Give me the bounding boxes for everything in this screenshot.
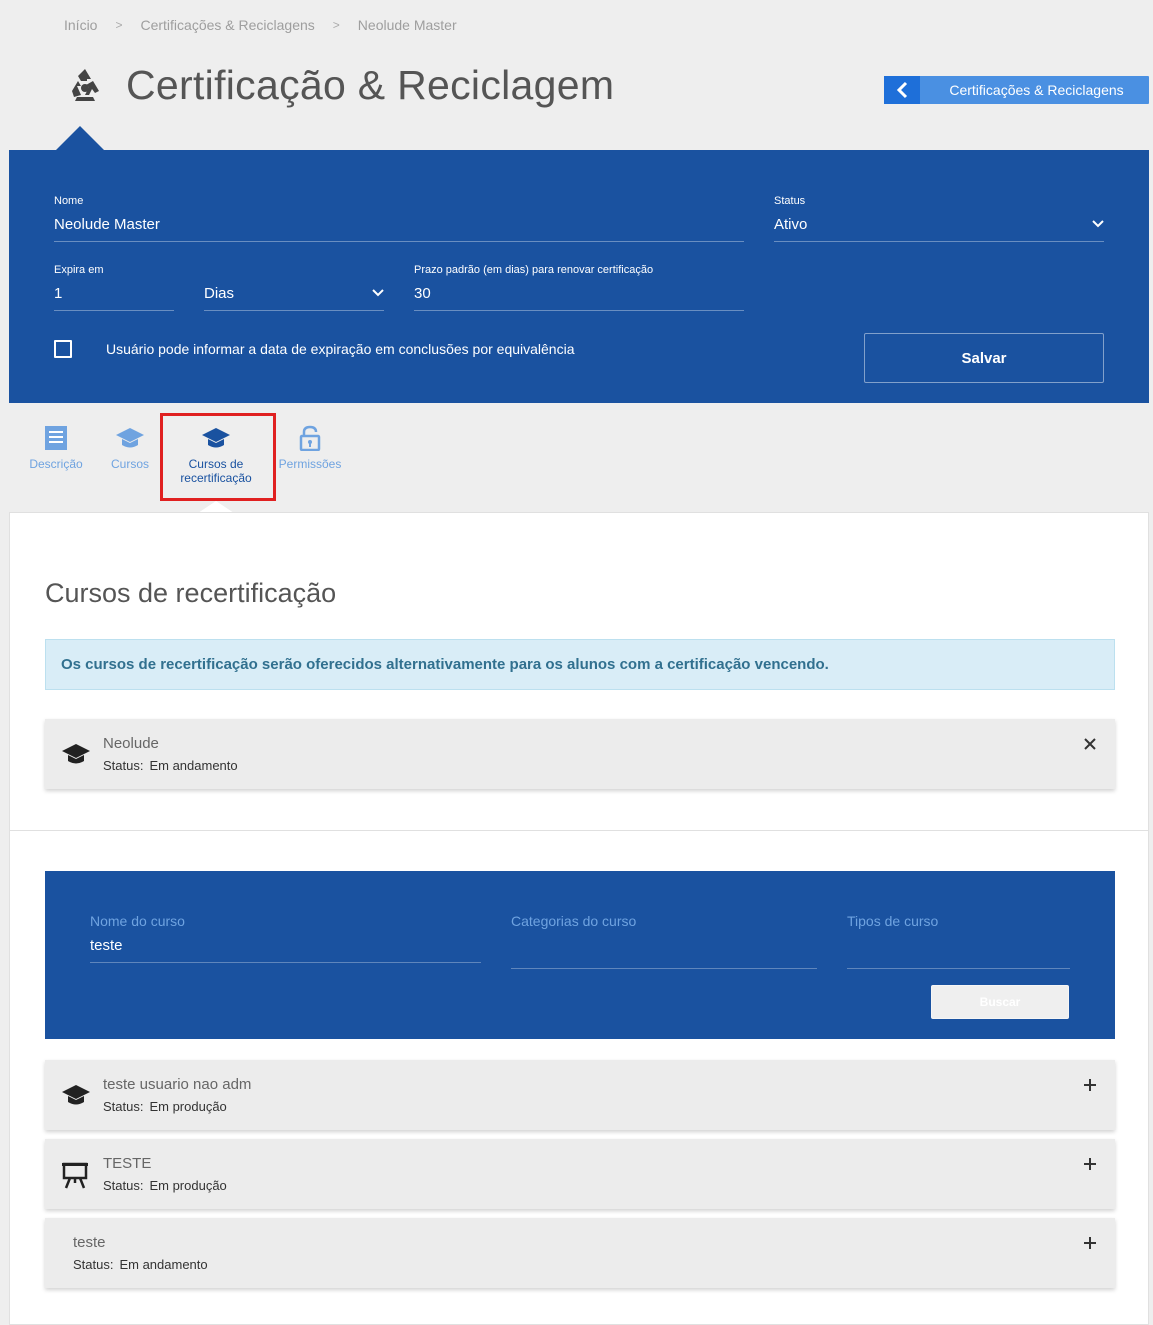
search-button[interactable]: Buscar (931, 985, 1069, 1019)
deadline-value: 30 (414, 284, 431, 302)
status-value: Ativo (774, 215, 808, 233)
result-status: Status: Em produção (103, 1178, 227, 1193)
status-value: Em produção (149, 1099, 227, 1114)
categories-field[interactable]: Categorias do curso (511, 913, 817, 969)
divider (10, 830, 1148, 831)
tab-description[interactable]: Descrição (27, 425, 85, 471)
course-search-panel: Nome do curso teste Categorias do curso … (45, 871, 1115, 1039)
types-label: Tipos de curso (847, 913, 939, 929)
name-value: Neolude Master (54, 215, 160, 233)
course-status: Status: Em andamento (103, 758, 238, 773)
highlight-box (160, 413, 276, 501)
back-to-certifications-button[interactable]: Certificações & Reciclagens (884, 76, 1149, 104)
result-item: teste Status: Em andamento (45, 1218, 1115, 1288)
result-item: teste usuario nao adm Status: Em produção (45, 1060, 1115, 1130)
chevron-down-icon (1092, 220, 1104, 228)
expires-input[interactable]: 1 (54, 285, 174, 311)
result-status: Status: Em andamento (73, 1257, 208, 1272)
graduation-cap-icon (62, 744, 90, 764)
name-field[interactable]: Nome Neolude Master (54, 195, 744, 242)
course-name-input[interactable]: teste (90, 937, 481, 963)
breadcrumb-certifications[interactable]: Certificações & Reciclagens (140, 17, 314, 33)
deadline-label: Prazo padrão (em dias) para renovar cert… (414, 264, 654, 276)
document-icon (45, 426, 67, 450)
status-field[interactable]: Status Ativo (774, 195, 1104, 242)
unit-value: Dias (204, 284, 235, 302)
course-name: Neolude (103, 735, 159, 752)
recertification-content: Cursos de recertificação Os cursos de re… (9, 512, 1149, 1325)
plus-icon (1084, 1158, 1096, 1170)
types-input[interactable] (847, 937, 1070, 969)
section-title: Cursos de recertificação (45, 578, 337, 608)
tab-permissions[interactable]: Permissões (278, 425, 342, 471)
status-label: Status: (73, 1257, 114, 1272)
graduation-cap-icon (62, 1085, 90, 1105)
status-value: Em produção (149, 1178, 227, 1193)
status-value: Em andamento (119, 1257, 208, 1272)
result-item: TESTE Status: Em produção (45, 1139, 1115, 1209)
unit-field[interactable]: . Dias (204, 264, 384, 311)
categories-label: Categorias do curso (511, 913, 637, 929)
status-value: Em andamento (149, 758, 238, 773)
result-status: Status: Em produção (103, 1099, 227, 1114)
panel-pointer (56, 126, 104, 150)
tab-courses-label: Cursos (110, 457, 149, 471)
course-name-field[interactable]: Nome do curso teste (90, 913, 481, 963)
expires-value: 1 (54, 284, 63, 302)
expiration-equivalence-checkbox[interactable] (54, 340, 72, 358)
selected-course-item: Neolude Status: Em andamento (45, 719, 1115, 789)
expires-field[interactable]: Expira em 1 (54, 264, 174, 311)
status-label: Status: (103, 1178, 144, 1193)
unit-select[interactable]: Dias (204, 285, 384, 311)
expires-label: Expira em (54, 264, 104, 276)
checkbox-label: Usuário pode informar a data de expiraçã… (106, 341, 575, 357)
add-course-button[interactable] (1083, 1151, 1097, 1177)
breadcrumb-separator: > (332, 18, 340, 32)
plus-icon (1084, 1079, 1096, 1091)
breadcrumb-current: Neolude Master (357, 17, 457, 33)
result-name: teste usuario nao adm (103, 1076, 252, 1093)
categories-input[interactable] (511, 937, 817, 969)
add-course-button[interactable] (1083, 1072, 1097, 1098)
status-label: Status: (103, 758, 144, 773)
info-alert: Os cursos de recertificação serão oferec… (45, 639, 1115, 690)
status-label: Status (774, 195, 806, 207)
page-title: Certificação & Reciclagem (126, 62, 615, 108)
types-field[interactable]: Tipos de curso (847, 913, 1070, 969)
breadcrumb: Início > Certificações & Reciclagens > N… (64, 17, 457, 33)
chevron-left-icon (884, 76, 920, 104)
result-name: teste (73, 1234, 106, 1251)
certification-form: Nome Neolude Master Status Ativo Expira … (9, 150, 1149, 403)
result-name: TESTE (103, 1155, 152, 1172)
course-name-label: Nome do curso (90, 913, 185, 929)
status-select[interactable]: Ativo (774, 216, 1104, 242)
deadline-field[interactable]: Prazo padrão (em dias) para renovar cert… (414, 264, 744, 311)
presentation-easel-icon (62, 1162, 88, 1189)
tab-permissions-label: Permissões (278, 457, 342, 471)
name-input[interactable]: Neolude Master (54, 216, 744, 242)
lock-icon (299, 425, 321, 451)
save-button[interactable]: Salvar (864, 333, 1104, 383)
status-label: Status: (103, 1099, 144, 1114)
name-label: Nome (54, 195, 84, 207)
remove-course-button[interactable] (1083, 731, 1097, 757)
close-icon (1084, 738, 1096, 750)
breadcrumb-home[interactable]: Início (64, 17, 97, 33)
recycle-icon (65, 65, 105, 106)
back-button-label: Certificações & Reciclagens (949, 82, 1124, 98)
graduation-cap-icon (116, 428, 144, 448)
page-header: Certificação & Reciclagem (64, 62, 614, 109)
tab-description-label: Descrição (29, 457, 83, 471)
breadcrumb-separator: > (115, 18, 123, 32)
chevron-down-icon (372, 289, 384, 297)
deadline-input[interactable]: 30 (414, 285, 744, 311)
tab-courses[interactable]: Cursos (104, 425, 156, 471)
add-course-button[interactable] (1083, 1230, 1097, 1256)
plus-icon (1084, 1237, 1096, 1249)
